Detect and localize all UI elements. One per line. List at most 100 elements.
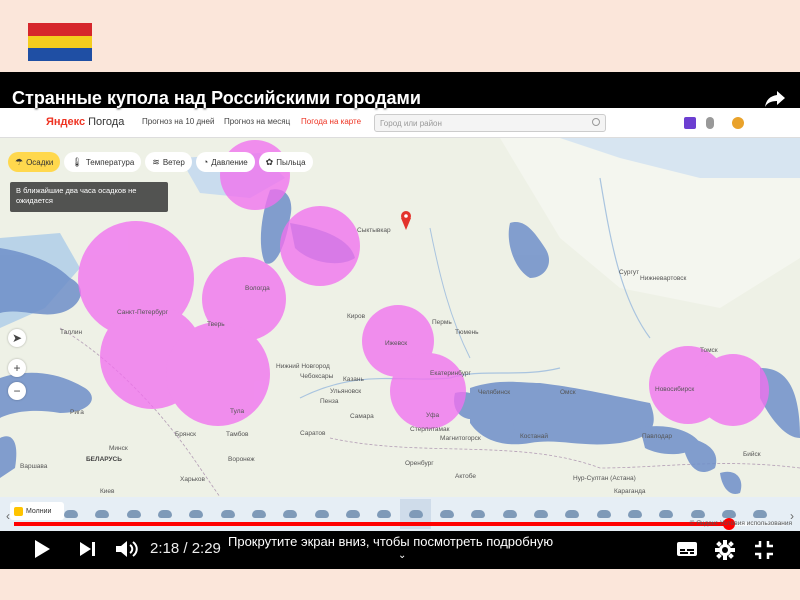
map-label: Пермь [432, 319, 452, 326]
map-label: Бийск [743, 450, 761, 458]
cloud-icon [63, 510, 78, 518]
player-controls: 2:18 / 2:29 Прокрутите экран вниз, чтобы… [0, 532, 800, 569]
cloud-icon [627, 510, 642, 518]
layer-wind[interactable]: ≋ Ветер [145, 152, 192, 172]
zoom-out-button[interactable]: − [8, 382, 26, 400]
cloud-icon [95, 510, 110, 518]
exit-fullscreen-icon[interactable] [754, 540, 774, 560]
map-label: Самара [350, 413, 374, 420]
cloud-icon [126, 510, 141, 518]
settings-gear-icon[interactable] [714, 539, 736, 561]
flag-stripe-blue [28, 48, 92, 61]
time-display: 2:18 / 2:29 [150, 540, 221, 557]
video-progress-bar[interactable] [14, 518, 786, 530]
map-label: Киев [100, 488, 115, 495]
cloud-icon [283, 510, 298, 518]
map-label: Сургут [619, 269, 639, 276]
cloud-icon [471, 510, 486, 518]
app-icon[interactable] [684, 117, 696, 129]
cloud-icon [721, 510, 736, 518]
cloud-icon [157, 510, 172, 518]
map-label: Киров [347, 313, 366, 320]
cloud-icon [408, 510, 423, 518]
video-player[interactable]: Странные купола над Российскими городами… [0, 72, 800, 569]
map-copyright[interactable]: © Яндекс Условия использования [690, 520, 792, 527]
map-label: Костанай [520, 432, 548, 440]
map-label: БЕЛАРУСЬ [86, 456, 122, 463]
zoom-in-button[interactable]: + [8, 359, 26, 377]
flag-stripe-yellow [28, 35, 92, 49]
volume-icon[interactable] [114, 539, 140, 559]
layer-precipitation[interactable]: ☂ Осадки [8, 152, 61, 172]
video-title[interactable]: Странные купола над Российскими городами [12, 88, 421, 109]
pollen-icon: ✿ [265, 156, 274, 167]
map-label: Нижний Новгород [276, 362, 330, 370]
map-layer-bar: ☂ Осадки 🌡 Температура ≋ Ветер ◔ Давление ✿ П… [8, 152, 313, 172]
map-label: Сыктывкар [357, 227, 391, 234]
cloud-icon [439, 510, 454, 518]
cloud-icon [596, 510, 611, 518]
map-label: Ульяновск [330, 388, 361, 395]
site-logo[interactable]: Яндекс Погода [46, 116, 124, 128]
search-input[interactable] [374, 114, 606, 132]
map-label: Чебоксары [300, 372, 334, 380]
flag-stripe-red [28, 23, 92, 36]
gauge-icon: ◔ [202, 157, 209, 167]
avatar[interactable] [732, 117, 744, 129]
map-label: Екатеринбург [430, 369, 472, 377]
map-label: Воронеж [228, 456, 255, 463]
layer-pressure[interactable]: ◔ Давление [195, 152, 255, 172]
map-label: Таллин [60, 329, 83, 336]
map-label: Брянск [175, 431, 196, 438]
play-icon[interactable] [32, 538, 52, 560]
nav-month-forecast[interactable]: Прогноз на месяц [224, 117, 290, 126]
cloud-icon [565, 510, 580, 518]
cloud-icon [220, 510, 235, 518]
map-label: Тамбов [226, 430, 249, 438]
subtitles-icon[interactable] [676, 541, 698, 557]
cloud-icon [189, 510, 204, 518]
search-icon[interactable] [592, 118, 600, 126]
cloud-icon [659, 510, 674, 518]
map-label: Тверь [207, 321, 225, 328]
caption-text: Прокрутите экран вниз, чтобы посмотреть … [228, 534, 554, 549]
map-label: Тула [230, 408, 245, 415]
map-label: Варшава [20, 463, 48, 470]
share-icon[interactable] [764, 90, 786, 108]
map-label: Минск [109, 445, 128, 452]
cloud-icon [753, 510, 768, 518]
map-label: Казань [343, 376, 365, 383]
map-label: Ижевск [385, 340, 407, 347]
cloud-icon [690, 510, 705, 518]
map-label: Новосибирск [655, 385, 694, 393]
layer-temperature[interactable]: 🌡 Температура [64, 152, 142, 172]
microphone-icon[interactable] [706, 117, 714, 129]
cloud-icon [345, 510, 360, 518]
geolocate-icon[interactable]: ➤ [8, 329, 26, 347]
next-video-icon[interactable] [78, 540, 98, 558]
wind-icon: ≋ [152, 156, 160, 167]
lightning-toggle[interactable]: Молнии [10, 502, 64, 520]
map-label: Нижневартовск [640, 275, 686, 282]
map-label: Санкт-Петербург [117, 308, 169, 316]
map-label: Саратов [300, 430, 326, 437]
layer-pollen[interactable]: ✿ Пыльца [258, 152, 313, 172]
cloud-icon [533, 510, 548, 518]
umbrella-icon: ☂ [15, 156, 24, 167]
map-label: Тюмень [455, 329, 479, 336]
map-label: Омск [560, 389, 576, 396]
map-label: Рига [70, 409, 84, 416]
map-label: Павлодар [642, 433, 672, 440]
map-label: Пенза [320, 398, 339, 405]
map-label: Караганда [614, 488, 646, 495]
map-label: Томск [700, 347, 718, 354]
nav-weather-map[interactable]: Погода на карте [301, 117, 361, 126]
nav-10-day-forecast[interactable]: Прогноз на 10 дней [142, 117, 214, 126]
cloud-icon [502, 510, 517, 518]
thermometer-icon: 🌡 [71, 156, 83, 167]
lightning-icon [14, 506, 23, 516]
map-label: Оренбург [405, 459, 434, 467]
precipitation-notice: В ближайшие два часа осадков не ожидаетс… [10, 182, 168, 212]
flag-image [28, 23, 92, 61]
map-label: Нур-Султан (Астана) [573, 475, 636, 482]
